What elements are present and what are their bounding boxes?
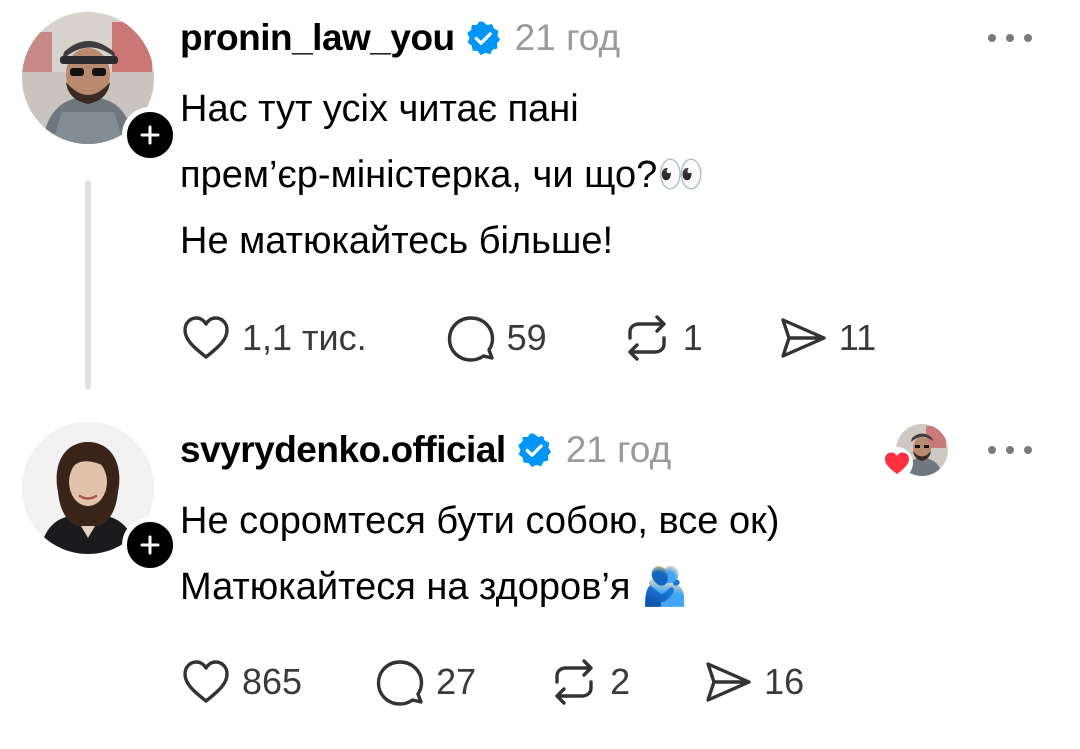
thread-connector-line — [85, 180, 91, 390]
repost-button[interactable]: 1 — [621, 312, 703, 364]
post-header: pronin_law_you 21 год — [180, 13, 620, 63]
heart-badge-icon — [881, 447, 913, 479]
like-count: 865 — [242, 661, 303, 702]
avatar-svyrydenko[interactable] — [22, 422, 178, 573]
username[interactable]: pronin_law_you — [180, 17, 455, 59]
verified-badge-icon — [466, 21, 500, 56]
username[interactable]: svyrydenko.official — [180, 429, 506, 471]
heart-icon — [183, 316, 229, 359]
post-text: Нас тут усіх читає пані прем’єр-міністер… — [180, 76, 705, 274]
share-button[interactable]: 11 — [777, 312, 876, 364]
comment-bubble-icon — [376, 660, 424, 706]
share-button[interactable]: 16 — [702, 656, 804, 708]
plus-icon — [140, 535, 160, 555]
comment-button[interactable]: 27 — [374, 656, 476, 708]
dot-icon — [1024, 34, 1032, 42]
share-count: 11 — [838, 317, 877, 358]
post-text-line: Нас тут усіх читає пані — [180, 88, 579, 130]
liked-by-author-indicator[interactable] — [881, 424, 948, 480]
comment-count: 27 — [436, 661, 477, 702]
post-header: svyrydenko.official 21 год — [180, 425, 671, 475]
like-button[interactable]: 865 — [180, 656, 302, 708]
share-count: 16 — [764, 661, 805, 702]
post-text-line: Не соромтеся бути собою, все ок) — [180, 500, 780, 542]
more-options-button[interactable] — [988, 440, 1032, 460]
send-icon — [706, 662, 751, 702]
dot-icon — [1006, 34, 1014, 42]
follow-button[interactable] — [122, 517, 178, 573]
action-bar: 1,1 тис. 59 1 11 — [180, 313, 876, 363]
dot-icon — [988, 34, 996, 42]
post-text: Не соромтеся бути собою, все ок) Матюкай… — [180, 488, 779, 620]
comment-bubble-icon — [447, 316, 494, 362]
post-time: 21 год — [514, 17, 621, 58]
repost-count: 1 — [682, 317, 703, 358]
comment-button[interactable]: 59 — [445, 312, 547, 364]
post-text-line: Не матюкайтесь більше! — [180, 220, 614, 262]
action-bar: 865 27 2 16 — [180, 657, 804, 707]
more-options-button[interactable] — [988, 28, 1032, 48]
repost-count: 2 — [610, 661, 631, 702]
follow-button[interactable] — [122, 107, 178, 163]
verified-badge-icon — [517, 433, 551, 468]
thread-post-2: svyrydenko.official 21 год Не соромтеся … — [0, 400, 1080, 749]
post-time: 21 год — [565, 429, 672, 470]
heart-icon — [183, 660, 229, 703]
avatar-pronin[interactable] — [22, 12, 178, 163]
like-button[interactable]: 1,1 тис. — [180, 312, 367, 364]
dot-icon — [988, 446, 996, 454]
repost-icon — [555, 659, 593, 705]
repost-icon — [628, 315, 666, 361]
repost-button[interactable]: 2 — [548, 656, 630, 708]
comment-count: 59 — [506, 317, 547, 358]
post-text-line: прем’єр-міністерка, чи що?👀 — [180, 154, 705, 196]
send-icon — [781, 318, 826, 358]
plus-icon — [140, 125, 160, 145]
thread-post-1: pronin_law_you 21 год Нас тут усіх читає… — [0, 0, 1080, 400]
dot-icon — [1024, 446, 1032, 454]
post-text-line: Матюкайтеся на здоров’я 🫂 — [180, 566, 689, 608]
like-count: 1,1 тис. — [242, 317, 367, 358]
dot-icon — [1006, 446, 1014, 454]
